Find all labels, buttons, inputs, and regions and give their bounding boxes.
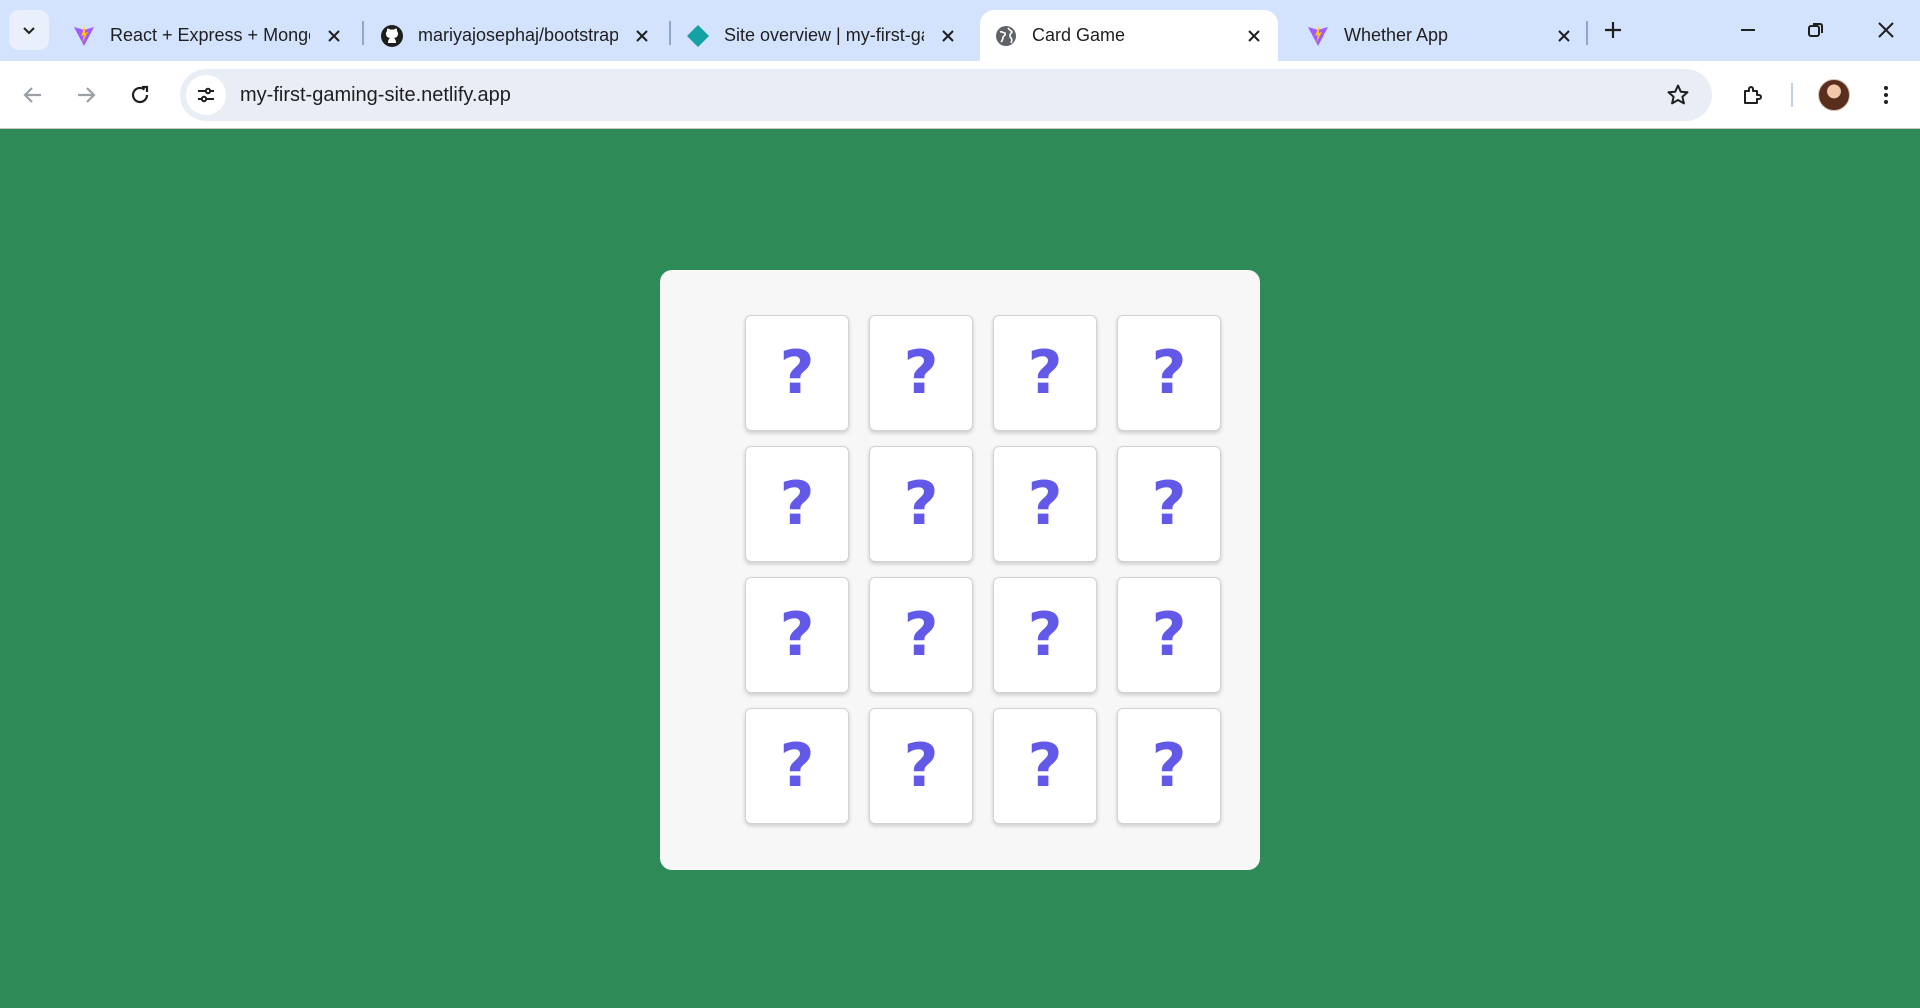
- arrow-right-icon: [78, 87, 96, 103]
- tab-strip: React + Express + Mongo mariyajosephaj/b…: [0, 0, 1920, 61]
- memory-card[interactable]: ?: [869, 315, 973, 431]
- tab-title: mariyajosephaj/bootstrap: [418, 25, 618, 45]
- browser-toolbar: my-first-gaming-site.netlify.app: [0, 61, 1920, 129]
- vite-icon: [72, 24, 96, 48]
- netlify-icon: [686, 24, 710, 48]
- memory-card[interactable]: ?: [993, 577, 1097, 693]
- forward-button[interactable]: [66, 75, 106, 115]
- close-icon[interactable]: [322, 24, 346, 48]
- close-icon[interactable]: [936, 24, 960, 48]
- memory-card[interactable]: ?: [745, 708, 849, 824]
- card-question-mark: ?: [1027, 338, 1063, 408]
- memory-card[interactable]: ?: [1117, 577, 1221, 693]
- reload-icon: [131, 85, 149, 104]
- memory-card[interactable]: ?: [869, 446, 973, 562]
- chevron-down-icon: [23, 27, 35, 35]
- url-text[interactable]: my-first-gaming-site.netlify.app: [240, 84, 511, 107]
- tab-title: Card Game: [1032, 25, 1126, 45]
- tab-github[interactable]: mariyajosephaj/bootstrap: [366, 10, 666, 61]
- extensions-button[interactable]: [1733, 75, 1773, 115]
- close-icon[interactable]: [1552, 24, 1576, 48]
- vite-icon: [1306, 24, 1330, 48]
- tab-title: React + Express + Mongo: [110, 25, 310, 45]
- card-question-mark: ?: [1151, 338, 1187, 408]
- memory-card[interactable]: ?: [745, 577, 849, 693]
- memory-card[interactable]: ?: [993, 315, 1097, 431]
- star-icon: [1667, 84, 1689, 105]
- arrow-left-icon: [23, 87, 41, 103]
- tune-icon: [198, 87, 214, 103]
- memory-card[interactable]: ?: [1117, 708, 1221, 824]
- plus-icon: [1605, 22, 1621, 38]
- card-question-mark: ?: [779, 600, 815, 670]
- memory-card[interactable]: ?: [745, 315, 849, 431]
- restore-button[interactable]: [1788, 10, 1844, 50]
- memory-card[interactable]: ?: [869, 708, 973, 824]
- card-question-mark: ?: [903, 731, 939, 801]
- memory-card[interactable]: ?: [1117, 315, 1221, 431]
- memory-card[interactable]: ?: [869, 577, 973, 693]
- memory-card[interactable]: ?: [993, 708, 1097, 824]
- card-question-mark: ?: [1027, 731, 1063, 801]
- memory-card[interactable]: ?: [993, 446, 1097, 562]
- card-question-mark: ?: [779, 469, 815, 539]
- minimize-icon: [1741, 29, 1755, 31]
- card-question-mark: ?: [1027, 600, 1063, 670]
- game-board: ????????????????: [660, 270, 1260, 870]
- close-icon[interactable]: [1242, 24, 1266, 48]
- tab-separator: [362, 21, 364, 45]
- more-vert-icon: [1884, 86, 1888, 104]
- tab-react-express[interactable]: React + Express + Mongo: [58, 10, 358, 61]
- tab-netlify-site-overview[interactable]: Site overview | my-first-gaming-site: [672, 10, 972, 61]
- card-question-mark: ?: [903, 338, 939, 408]
- minimize-button[interactable]: [1720, 10, 1776, 50]
- puzzle-icon: [1744, 86, 1762, 104]
- site-info-button[interactable]: [186, 75, 226, 115]
- card-question-mark: ?: [1151, 469, 1187, 539]
- globe-icon: [994, 24, 1018, 48]
- restore-icon: [1808, 23, 1823, 37]
- menu-button[interactable]: [1866, 75, 1906, 115]
- tab-search-button[interactable]: [9, 10, 49, 50]
- tab-separator: [669, 21, 671, 45]
- close-window-button[interactable]: [1858, 10, 1914, 50]
- toolbar-separator: [1791, 83, 1793, 107]
- card-question-mark: ?: [1151, 600, 1187, 670]
- memory-card[interactable]: ?: [1117, 446, 1221, 562]
- close-icon: [1878, 22, 1894, 38]
- github-icon: [380, 24, 404, 48]
- tab-title: Whether App: [1344, 25, 1449, 45]
- reload-button[interactable]: [120, 75, 160, 115]
- back-button[interactable]: [13, 75, 53, 115]
- bookmark-button[interactable]: [1658, 75, 1698, 115]
- tab-card-game[interactable]: Card Game: [980, 10, 1278, 61]
- card-question-mark: ?: [779, 731, 815, 801]
- address-bar[interactable]: my-first-gaming-site.netlify.app: [180, 69, 1712, 121]
- card-question-mark: ?: [1151, 731, 1187, 801]
- tab-separator: [1586, 21, 1588, 45]
- card-question-mark: ?: [779, 338, 815, 408]
- tab-title: Site overview | my-first-gaming-site: [724, 25, 924, 45]
- tab-whether-app[interactable]: Whether App: [1292, 10, 1588, 61]
- memory-card[interactable]: ?: [745, 446, 849, 562]
- card-question-mark: ?: [903, 469, 939, 539]
- card-question-mark: ?: [1027, 469, 1063, 539]
- new-tab-button[interactable]: [1597, 14, 1629, 46]
- profile-avatar[interactable]: [1818, 79, 1850, 111]
- card-question-mark: ?: [903, 600, 939, 670]
- card-grid: ????????????????: [745, 315, 1224, 828]
- close-icon[interactable]: [630, 24, 654, 48]
